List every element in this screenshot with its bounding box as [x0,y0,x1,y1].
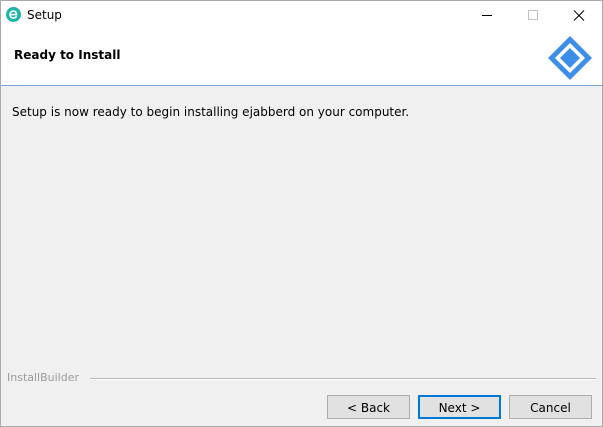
footer-divider [90,378,596,380]
installbuilder-label: InstallBuilder [7,371,84,385]
maximize-icon [528,10,538,20]
next-button[interactable]: Next > [418,395,501,419]
ejabberd-app-icon [6,7,21,22]
maximize-button[interactable] [510,1,556,30]
cancel-button[interactable]: Cancel [509,395,592,419]
ready-message: Setup is now ready to begin installing e… [12,105,410,119]
page-header: Ready to Install [1,30,602,86]
minimize-button[interactable] [464,1,510,30]
installbuilder-diamond-logo-icon [548,36,592,80]
title-bar[interactable]: Setup [1,1,602,30]
minimize-icon [482,15,492,16]
close-icon [573,10,585,21]
window-title: Setup [27,8,62,22]
close-button[interactable] [556,1,602,30]
back-button[interactable]: < Back [327,395,410,419]
setup-window: Setup Ready to Install Setup is now read… [0,0,603,427]
page-title: Ready to Install [14,48,121,62]
